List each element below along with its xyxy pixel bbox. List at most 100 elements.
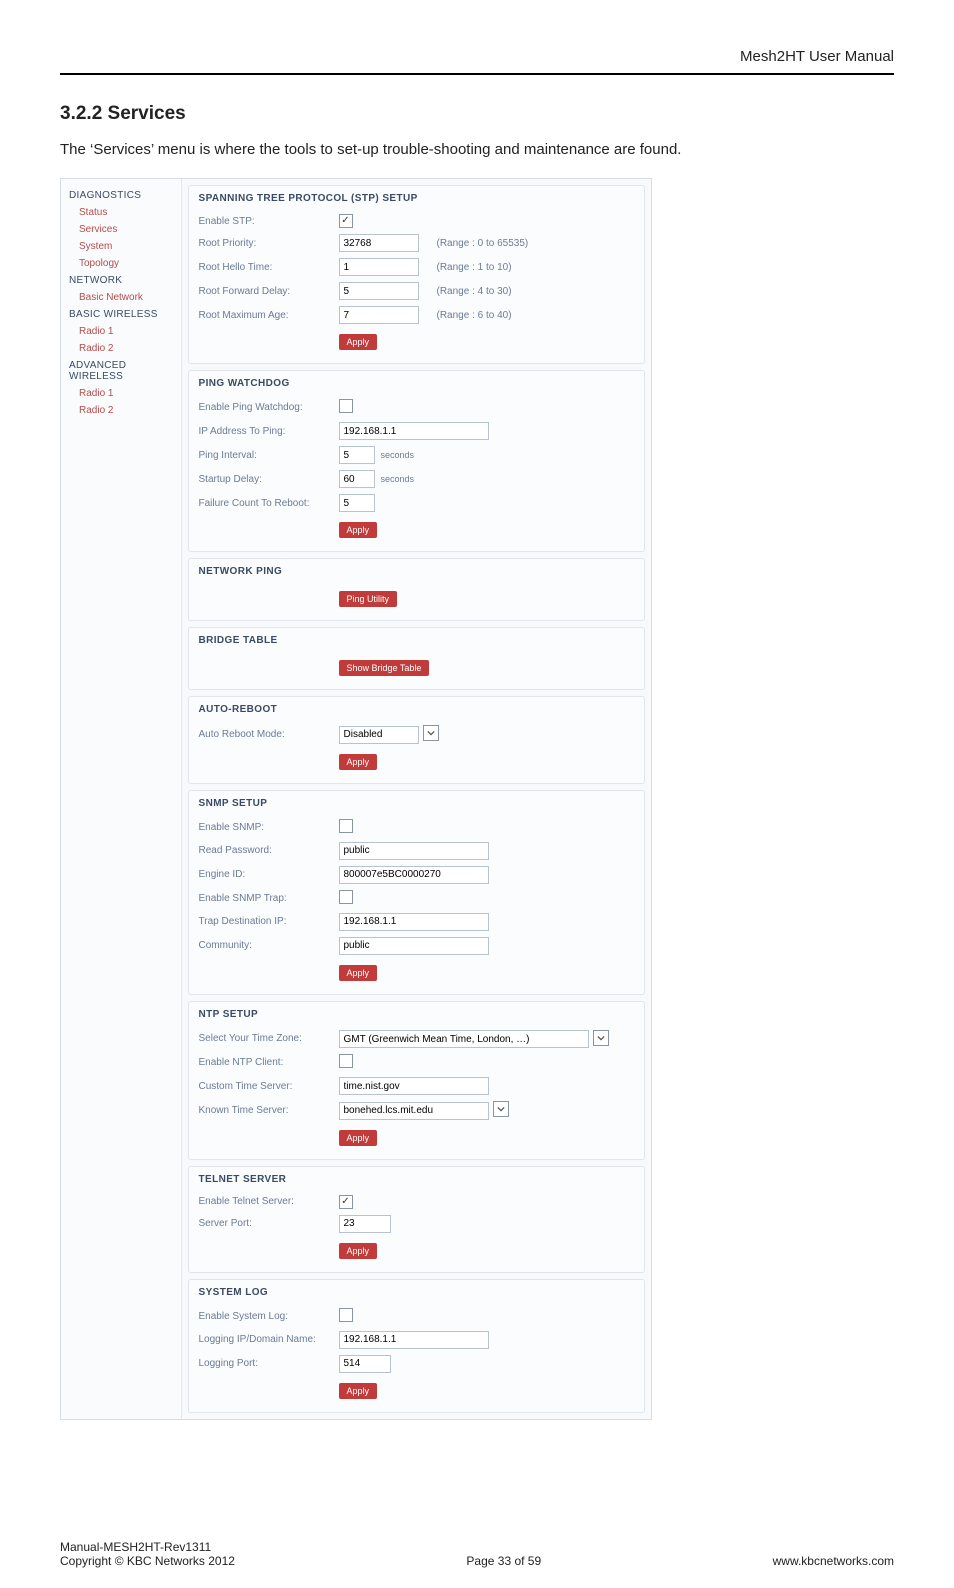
panel-title-syslog: SYSTEM LOG — [189, 1280, 645, 1301]
panel-title-stp: SPANNING TREE PROTOCOL (STP) SETUP — [189, 186, 645, 207]
stp-priority-label: Root Priority: — [199, 238, 339, 249]
snmp-read-input[interactable] — [339, 842, 489, 860]
syslog-port-label: Logging Port: — [199, 1358, 339, 1369]
panel-bridge-table: BRIDGE TABLE Show Bridge Table — [188, 627, 646, 690]
stp-priority-hint: (Range : 0 to 65535) — [437, 238, 529, 249]
pw-fail-input[interactable] — [339, 494, 375, 512]
pw-ip-input[interactable] — [339, 422, 489, 440]
panel-title-ntp: NTP SETUP — [189, 1002, 645, 1023]
ntp-known-select[interactable] — [339, 1102, 489, 1120]
nav-bw-radio2[interactable]: Radio 2 — [69, 340, 181, 357]
stp-fwd-hint: (Range : 4 to 30) — [437, 286, 512, 297]
telnet-apply-button[interactable]: Apply — [339, 1243, 378, 1259]
ntp-apply-button[interactable]: Apply — [339, 1130, 378, 1146]
ntp-custom-label: Custom Time Server: — [199, 1081, 339, 1092]
syslog-host-input[interactable] — [339, 1331, 489, 1349]
stp-apply-button[interactable]: Apply — [339, 334, 378, 350]
nav-basic-network[interactable]: Basic Network — [69, 289, 181, 306]
pw-fail-label: Failure Count To Reboot: — [199, 498, 339, 509]
panel-telnet: TELNET SERVER Enable Telnet Server: Serv… — [188, 1166, 646, 1273]
nav-system[interactable]: System — [69, 238, 181, 255]
nav-bw-radio1[interactable]: Radio 1 — [69, 323, 181, 340]
telnet-enable-label: Enable Telnet Server: — [199, 1196, 339, 1207]
panel-title-snmp: SNMP SETUP — [189, 791, 645, 812]
pw-interval-label: Ping Interval: — [199, 450, 339, 461]
snmp-community-label: Community: — [199, 940, 339, 951]
ntp-client-checkbox[interactable] — [339, 1054, 353, 1068]
ntp-tz-select[interactable] — [339, 1030, 589, 1048]
snmp-trap-checkbox[interactable] — [339, 890, 353, 904]
ntp-known-label: Known Time Server: — [199, 1105, 339, 1116]
syslog-enable-checkbox[interactable] — [339, 1308, 353, 1322]
snmp-read-label: Read Password: — [199, 845, 339, 856]
ntp-custom-input[interactable] — [339, 1077, 489, 1095]
screenshot: DIAGNOSTICS Status Services System Topol… — [60, 178, 652, 1420]
nav-status[interactable]: Status — [69, 204, 181, 221]
chevron-down-icon[interactable] — [493, 1101, 509, 1117]
page-footer: Manual-MESH2HT-Rev1311 Copyright © KBC N… — [60, 1540, 894, 1568]
snmp-trap-dest-input[interactable] — [339, 913, 489, 931]
stp-enable-label: Enable STP: — [199, 216, 339, 227]
pw-delay-label: Startup Delay: — [199, 474, 339, 485]
syslog-enable-label: Enable System Log: — [199, 1311, 339, 1322]
header-divider — [60, 73, 894, 75]
doc-title: Mesh2HT User Manual — [60, 48, 894, 65]
ar-mode-select[interactable] — [339, 726, 419, 744]
nav-aw-radio1[interactable]: Radio 1 — [69, 385, 181, 402]
pw-delay-unit: seconds — [381, 474, 415, 484]
ar-mode-label: Auto Reboot Mode: — [199, 729, 339, 740]
stp-age-hint: (Range : 6 to 40) — [437, 310, 512, 321]
nav-aw-radio2[interactable]: Radio 2 — [69, 402, 181, 419]
pw-enable-checkbox[interactable] — [339, 399, 353, 413]
section-heading: 3.2.2 Services — [60, 103, 894, 125]
sidebar: DIAGNOSTICS Status Services System Topol… — [61, 179, 181, 427]
ar-apply-button[interactable]: Apply — [339, 754, 378, 770]
stp-hello-label: Root Hello Time: — [199, 262, 339, 273]
nav-group-diagnostics: DIAGNOSTICS — [69, 187, 181, 204]
stp-fwd-input[interactable] — [339, 282, 419, 300]
telnet-port-label: Server Port: — [199, 1218, 339, 1229]
snmp-apply-button[interactable]: Apply — [339, 965, 378, 981]
snmp-enable-checkbox[interactable] — [339, 819, 353, 833]
snmp-engine-input[interactable] — [339, 866, 489, 884]
syslog-port-input[interactable] — [339, 1355, 391, 1373]
panel-ntp: NTP SETUP Select Your Time Zone: Enable … — [188, 1001, 646, 1160]
pw-interval-unit: seconds — [381, 450, 415, 460]
telnet-port-input[interactable] — [339, 1215, 391, 1233]
pw-apply-button[interactable]: Apply — [339, 522, 378, 538]
pw-delay-input[interactable] — [339, 470, 375, 488]
nav-services[interactable]: Services — [69, 221, 181, 238]
snmp-trap-dest-label: Trap Destination IP: — [199, 916, 339, 927]
nav-topology[interactable]: Topology — [69, 255, 181, 272]
chevron-down-icon[interactable] — [423, 725, 439, 741]
stp-priority-input[interactable] — [339, 234, 419, 252]
stp-age-input[interactable] — [339, 306, 419, 324]
ping-utility-button[interactable]: Ping Utility — [339, 591, 398, 607]
panel-title-pw: PING WATCHDOG — [189, 371, 645, 392]
snmp-community-input[interactable] — [339, 937, 489, 955]
ntp-tz-label: Select Your Time Zone: — [199, 1033, 339, 1044]
pw-enable-label: Enable Ping Watchdog: — [199, 402, 339, 413]
stp-enable-checkbox[interactable] — [339, 214, 353, 228]
show-bridge-table-button[interactable]: Show Bridge Table — [339, 660, 430, 676]
chevron-down-icon[interactable] — [593, 1030, 609, 1046]
snmp-engine-label: Engine ID: — [199, 869, 339, 880]
footer-copyright: Copyright © KBC Networks 2012 — [60, 1554, 235, 1568]
panel-auto-reboot: AUTO-REBOOT Auto Reboot Mode: Apply — [188, 696, 646, 784]
nav-group-network: NETWORK — [69, 272, 181, 289]
nav-group-adv-wireless: ADVANCED WIRELESS — [69, 357, 181, 385]
pw-ip-label: IP Address To Ping: — [199, 426, 339, 437]
ntp-client-label: Enable NTP Client: — [199, 1057, 339, 1068]
syslog-apply-button[interactable]: Apply — [339, 1383, 378, 1399]
footer-page: Page 33 of 59 — [466, 1554, 541, 1568]
footer-manual-id: Manual-MESH2HT-Rev1311 — [60, 1540, 235, 1554]
panel-syslog: SYSTEM LOG Enable System Log: Logging IP… — [188, 1279, 646, 1413]
footer-url: www.kbcnetworks.com — [773, 1554, 894, 1568]
stp-hello-input[interactable] — [339, 258, 419, 276]
nav-group-basic-wireless: BASIC WIRELESS — [69, 306, 181, 323]
snmp-enable-label: Enable SNMP: — [199, 822, 339, 833]
syslog-host-label: Logging IP/Domain Name: — [199, 1334, 339, 1345]
section-intro: The ‘Services’ menu is where the tools t… — [60, 139, 894, 160]
pw-interval-input[interactable] — [339, 446, 375, 464]
telnet-enable-checkbox[interactable] — [339, 1195, 353, 1209]
